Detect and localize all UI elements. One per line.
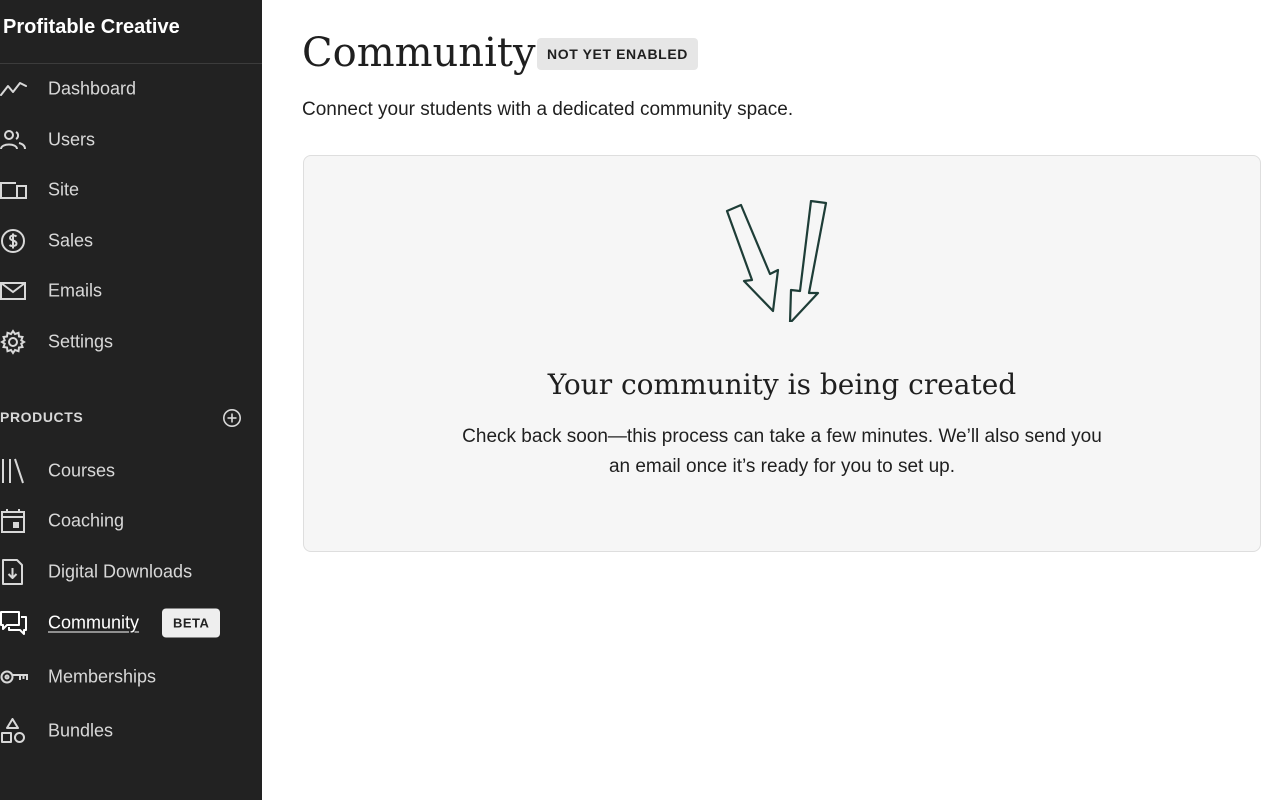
panel-body: Check back soon—this process can take a …: [432, 422, 1132, 482]
sidebar-item-label: Users: [48, 129, 96, 150]
page-subtitle: Connect your students with a dedicated c…: [302, 99, 794, 120]
beta-badge: BETA: [162, 608, 221, 638]
sidebar-item-label: Courses: [48, 460, 116, 481]
sidebar-item-bundles[interactable]: Bundles: [0, 711, 262, 751]
sidebar-item-users[interactable]: Users: [0, 120, 262, 160]
sidebar-item-site[interactable]: Site: [0, 170, 262, 210]
shapes-icon: [0, 718, 28, 744]
sidebar-item-courses[interactable]: Courses: [0, 451, 262, 491]
devices-icon: [0, 177, 28, 203]
community-status-panel: Your community is being created Check ba…: [303, 155, 1261, 552]
divider: [0, 63, 262, 64]
sidebar-item-label: Emails: [48, 280, 103, 301]
sidebar-item-community[interactable]: Community BETA: [0, 603, 262, 643]
sidebar-item-label: Site: [48, 179, 80, 200]
double-arrow-down-icon: [724, 199, 838, 325]
sidebar-item-label: Digital Downloads: [48, 561, 193, 582]
sidebar-item-emails[interactable]: Emails: [0, 271, 262, 311]
brand-name[interactable]: Profitable Creative: [3, 16, 180, 39]
sidebar-item-label: Sales: [48, 230, 94, 251]
chat-bubbles-icon: [0, 610, 28, 636]
sidebar-item-sales[interactable]: Sales: [0, 221, 262, 261]
sidebar-item-label: Community: [48, 612, 140, 633]
key-icon: [0, 664, 28, 690]
sidebar-item-settings[interactable]: Settings: [0, 322, 262, 362]
sidebar-item-label: Coaching: [48, 510, 125, 531]
panel-heading: Your community is being created: [547, 368, 1017, 401]
sidebar-item-label: Settings: [48, 331, 114, 352]
trend-line-icon: [0, 76, 28, 102]
sidebar: Profitable Creative Dashboard Users Site…: [0, 0, 262, 800]
sidebar-item-memberships[interactable]: Memberships: [0, 657, 262, 697]
products-section-label: PRODUCTS: [0, 409, 84, 425]
panel-body-line: an email once it’s ready for you to set …: [608, 456, 956, 477]
sidebar-item-label: Memberships: [48, 666, 157, 687]
envelope-icon: [0, 278, 28, 304]
add-product-button[interactable]: [222, 408, 242, 428]
sidebar-item-coaching[interactable]: Coaching: [0, 501, 262, 541]
sidebar-item-digital-downloads[interactable]: Digital Downloads: [0, 552, 262, 592]
panel-body-line: Check back soon—this process can take a …: [462, 426, 1102, 447]
page-title: Community: [302, 30, 536, 76]
library-icon: [0, 458, 28, 484]
file-download-icon: [0, 559, 28, 585]
sidebar-item-label: Dashboard: [48, 78, 137, 99]
users-icon: [0, 127, 28, 153]
sidebar-item-dashboard[interactable]: Dashboard: [0, 69, 262, 109]
plus-circle-icon: [223, 409, 241, 427]
dollar-circle-icon: [0, 228, 28, 254]
gear-icon: [0, 329, 28, 355]
sidebar-item-label: Bundles: [48, 720, 114, 741]
status-badge: NOT YET ENABLED: [537, 38, 698, 70]
calendar-icon: [0, 508, 28, 534]
